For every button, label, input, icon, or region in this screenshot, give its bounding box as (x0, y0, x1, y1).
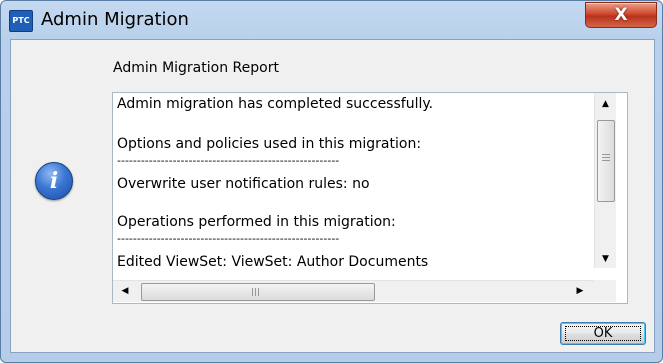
report-text: Admin migration has completed successful… (113, 93, 593, 268)
scroll-down-icon[interactable]: ▼ (595, 250, 616, 268)
report-title: Admin Migration Report (113, 60, 279, 76)
report-line: Options and policies used in this migrat… (117, 136, 422, 152)
report-line: Overwrite user notification rules: no (117, 176, 370, 192)
report-text-area[interactable]: Admin migration has completed successful… (112, 92, 628, 304)
vertical-scroll-thumb[interactable] (597, 120, 615, 202)
grip-icon (602, 154, 610, 163)
scroll-up-icon[interactable]: ▲ (595, 95, 616, 113)
ptc-app-icon: PTC (9, 10, 33, 32)
grip-icon (252, 288, 261, 296)
window-title: Admin Migration (41, 9, 189, 30)
close-x-icon: X (614, 5, 628, 25)
horizontal-scrollbar[interactable]: ◀ ▶ (113, 280, 594, 302)
report-line: ----------------------------------------… (117, 154, 340, 167)
ok-button[interactable]: OK (560, 322, 646, 345)
scrollbar-corner (594, 280, 616, 302)
scroll-left-icon[interactable]: ◀ (116, 281, 134, 302)
title-bar[interactable]: PTC Admin Migration X (1, 1, 662, 39)
dialog-content: i Admin Migration Report Admin migration… (10, 39, 655, 353)
report-line: ----------------------------------------… (117, 232, 340, 245)
report-line: Operations performed in this migration: (117, 214, 396, 230)
ok-button-label: OK (565, 326, 641, 341)
scroll-right-icon[interactable]: ▶ (571, 281, 589, 302)
info-icon: i (35, 162, 73, 200)
vertical-scrollbar[interactable]: ▲ ▼ (594, 93, 616, 268)
dialog-window: PTC Admin Migration X i Admin Migration … (0, 0, 663, 363)
report-line: Admin migration has completed successful… (117, 96, 434, 112)
report-line: Edited ViewSet: ViewSet: Author Document… (117, 254, 429, 268)
horizontal-scroll-thumb[interactable] (141, 283, 375, 301)
close-button[interactable]: X (585, 2, 657, 28)
